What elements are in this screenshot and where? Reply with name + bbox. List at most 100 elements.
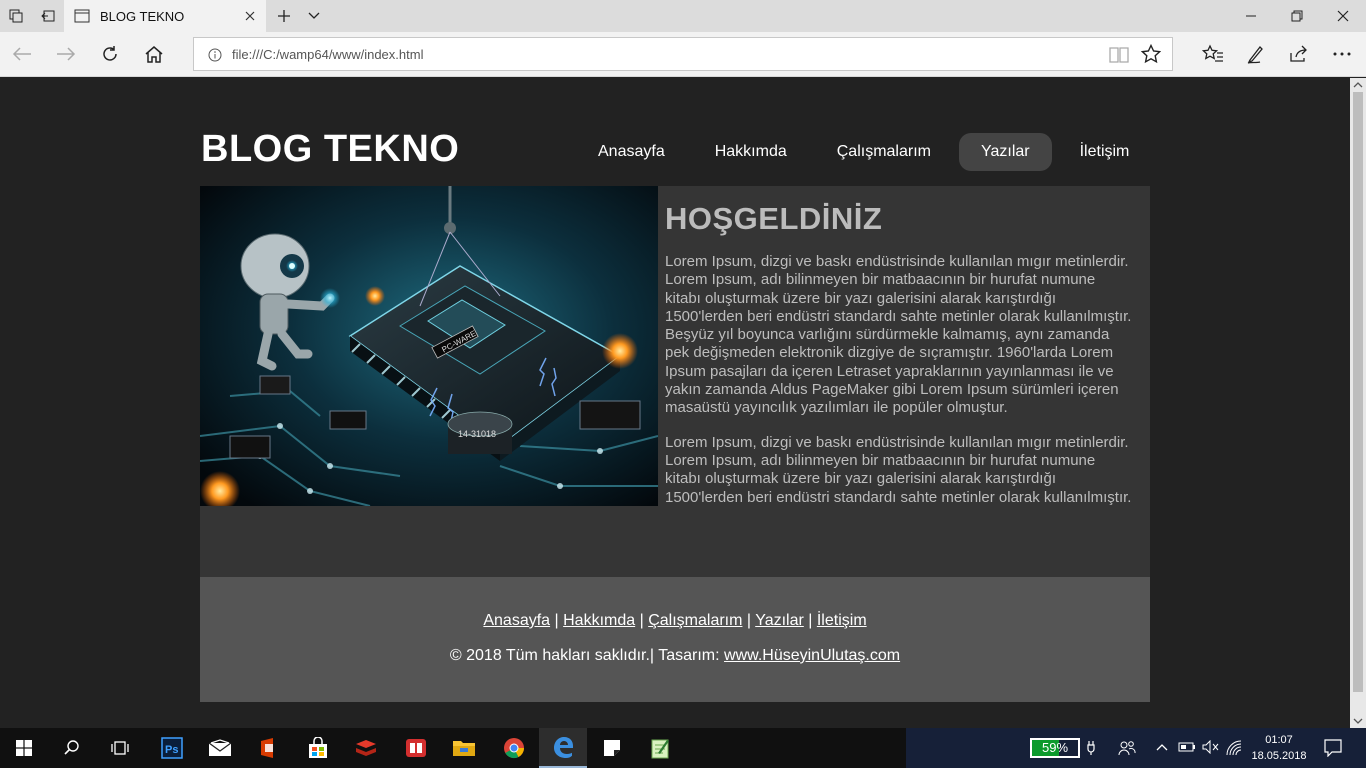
clock[interactable]: 01:07 18.05.2018 xyxy=(1244,732,1314,764)
scroll-down-icon[interactable] xyxy=(1353,716,1363,726)
office-lens-icon xyxy=(261,738,273,758)
url-text[interactable]: file:///C:/wamp64/www/index.html xyxy=(232,47,423,62)
address-bar[interactable]: file:///C:/wamp64/www/index.html xyxy=(193,37,1173,71)
article: HOŞGELDİNİZ Lorem Ipsum, dizgi ve baskı … xyxy=(665,201,1135,523)
power-plug-icon[interactable] xyxy=(1086,740,1096,756)
reader-app[interactable] xyxy=(392,728,440,768)
footer-link-iletisim[interactable]: İletişim xyxy=(817,612,867,629)
back-arrow-icon xyxy=(12,47,31,61)
people-icon[interactable] xyxy=(1118,740,1136,756)
plus-icon xyxy=(278,10,290,22)
close-tab-icon[interactable] xyxy=(242,8,258,24)
photoshop-app[interactable]: Ps xyxy=(148,728,196,768)
photoshop-icon: Ps xyxy=(161,737,183,759)
article-paragraph-1: Lorem Ipsum, dizgi ve baskı endüstrisind… xyxy=(665,253,1132,417)
battery-tray-icon[interactable] xyxy=(1178,740,1196,754)
task-view-button[interactable] xyxy=(96,728,144,768)
vertical-scrollbar[interactable] xyxy=(1350,78,1366,728)
footer-copyright: © 2018 Tüm hakları saklıdır.| Tasarım: w… xyxy=(200,647,1150,665)
wifi-icon[interactable] xyxy=(1226,740,1244,756)
nav-item-hakkimda[interactable]: Hakkımda xyxy=(693,133,809,171)
store-app[interactable] xyxy=(294,728,342,768)
info-icon[interactable] xyxy=(208,48,222,62)
more-menu-button[interactable] xyxy=(1326,38,1358,70)
task-view-icon xyxy=(111,741,129,755)
store-icon xyxy=(309,737,327,758)
footer-separator: | xyxy=(803,612,817,629)
footer-links: Anasayfa | Hakkımda | Çalışmalarım | Yaz… xyxy=(200,612,1150,630)
minimize-button[interactable] xyxy=(1228,0,1274,32)
tab-preview-button[interactable] xyxy=(0,0,32,32)
close-window-button[interactable] xyxy=(1320,0,1366,32)
clock-date: 18.05.2018 xyxy=(1251,750,1307,762)
home-icon xyxy=(145,46,163,63)
scroll-thumb[interactable] xyxy=(1353,92,1363,692)
back-button[interactable] xyxy=(6,38,38,70)
chevron-up-icon[interactable] xyxy=(1156,742,1168,752)
content-section: PC-WARE 14-31018 HOŞGELDİNİZ Lorem Ipsum… xyxy=(200,186,1150,577)
restore-button[interactable] xyxy=(1274,0,1320,32)
browser-tab-strip: BLOG TEKNO xyxy=(0,0,1366,32)
chrome-app[interactable] xyxy=(490,728,538,768)
home-button[interactable] xyxy=(138,38,170,70)
search-button[interactable] xyxy=(48,728,96,768)
mail-icon xyxy=(208,739,232,756)
page-icon xyxy=(74,9,90,23)
redis-app[interactable] xyxy=(342,728,390,768)
designer-link[interactable]: www.HüseyinUlutaş.com xyxy=(724,647,900,664)
action-center-icon[interactable] xyxy=(1324,739,1342,757)
footer-separator: | xyxy=(635,612,649,629)
favorites-hub-button[interactable] xyxy=(1197,38,1229,70)
chrome-icon xyxy=(504,738,525,759)
page-viewport: BLOG TEKNO Anasayfa Hakkımda Çalışmaları… xyxy=(0,78,1350,728)
scroll-up-icon[interactable] xyxy=(1353,80,1363,90)
clock-time: 01:07 xyxy=(1265,734,1293,746)
share-icon xyxy=(1290,45,1307,62)
page-heading: HOŞGELDİNİZ xyxy=(665,201,883,236)
nav-item-anasayfa[interactable]: Anasayfa xyxy=(576,133,687,171)
browser-toolbar: file:///C:/wamp64/www/index.html xyxy=(0,32,1366,77)
nav-item-yazilar[interactable]: Yazılar xyxy=(958,133,1052,171)
sticky-notes-app[interactable] xyxy=(588,728,636,768)
file-explorer-app[interactable] xyxy=(440,728,488,768)
nav-item-calismalarim[interactable]: Çalışmalarım xyxy=(815,133,953,171)
file-explorer-icon xyxy=(453,741,475,756)
edge-app[interactable] xyxy=(539,728,587,768)
notepad-app[interactable] xyxy=(636,728,684,768)
forward-arrow-icon xyxy=(57,47,76,61)
minimize-icon xyxy=(1246,15,1256,17)
capacitor-label: 14-31018 xyxy=(458,429,496,439)
web-note-button[interactable] xyxy=(1240,38,1272,70)
favorites-list-icon xyxy=(1202,44,1223,62)
nav-item-iletisim[interactable]: İletişim xyxy=(1058,133,1152,171)
new-tab-button[interactable] xyxy=(270,0,298,32)
redis-icon xyxy=(356,740,376,756)
tab-list-button[interactable] xyxy=(300,0,328,32)
footer-link-hakkimda[interactable]: Hakkımda xyxy=(563,612,635,629)
footer-link-yazilar[interactable]: Yazılar xyxy=(755,612,804,629)
article-paragraph-2: Lorem Ipsum, dizgi ve baskı endüstrisind… xyxy=(665,433,1132,506)
close-icon xyxy=(1337,10,1349,22)
office-lens-app[interactable] xyxy=(244,728,292,768)
battery-indicator[interactable]: 59% xyxy=(1030,738,1080,758)
share-button[interactable] xyxy=(1283,38,1315,70)
favorite-star-icon[interactable] xyxy=(1141,44,1161,64)
footer-link-anasayfa[interactable]: Anasayfa xyxy=(483,612,550,629)
browser-tab[interactable]: BLOG TEKNO xyxy=(64,0,266,32)
start-button[interactable] xyxy=(0,728,48,768)
forward-button[interactable] xyxy=(50,38,82,70)
battery-percent: 59% xyxy=(1041,740,1069,755)
footer-separator: | xyxy=(742,612,756,629)
more-dots-icon xyxy=(1333,52,1351,56)
footer-link-calismalarim[interactable]: Çalışmalarım xyxy=(648,612,742,629)
search-icon xyxy=(64,740,79,755)
hero-image-robot-chip: PC-WARE 14-31018 xyxy=(200,186,658,506)
edge-icon xyxy=(554,737,573,758)
pen-icon xyxy=(1247,46,1263,64)
site-title: BLOG TEKNO xyxy=(201,128,460,170)
reading-view-icon[interactable] xyxy=(1108,46,1130,64)
volume-muted-icon[interactable] xyxy=(1202,740,1220,754)
refresh-button[interactable] xyxy=(94,38,126,70)
set-tabs-aside-button[interactable] xyxy=(32,0,64,32)
mail-app[interactable] xyxy=(196,728,244,768)
